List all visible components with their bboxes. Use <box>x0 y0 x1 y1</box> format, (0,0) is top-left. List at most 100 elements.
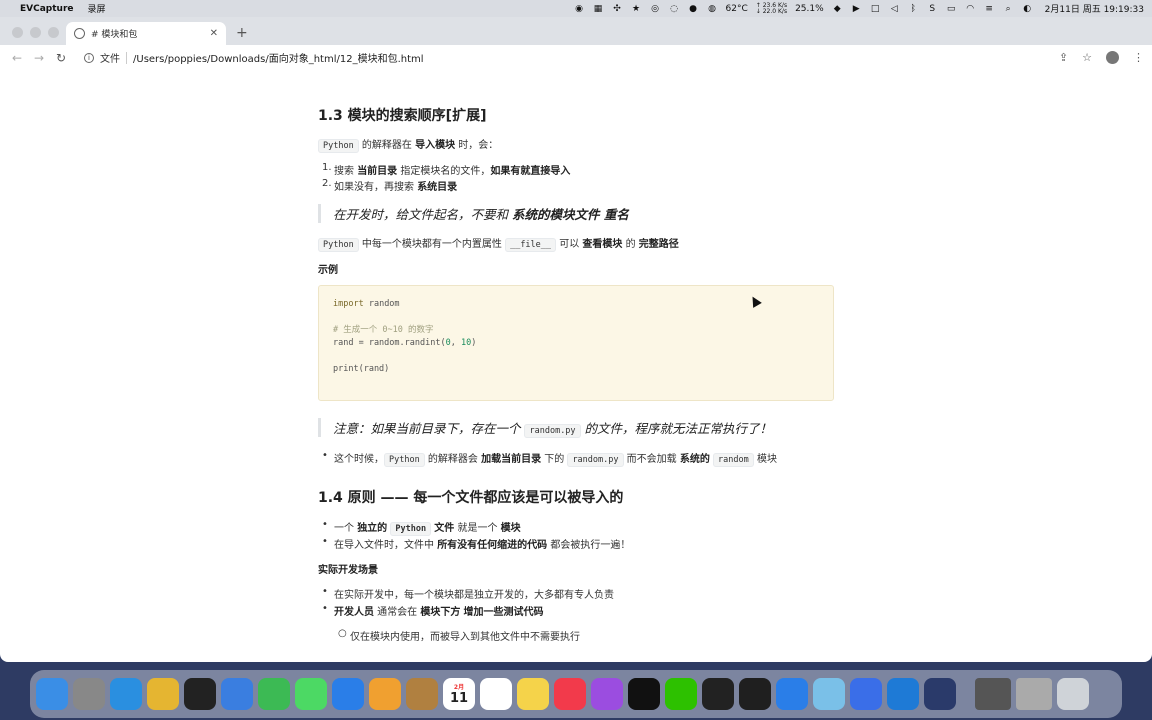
text: 在导入文件时，文件中 <box>334 540 438 551</box>
terminal-icon[interactable] <box>184 678 216 710</box>
tab-title: # 模块和包 <box>91 30 138 40</box>
document-page: 1.3 模块的搜索顺序[扩展] Python 的解释器在 导入模块 时，会： 1… <box>0 72 1152 645</box>
music-icon[interactable] <box>554 678 586 710</box>
text: 而不会加载 <box>623 454 680 465</box>
siri-icon[interactable]: ◐ <box>1022 3 1033 14</box>
text: 的 <box>622 239 639 250</box>
share-icon[interactable]: ✣ <box>612 3 623 14</box>
clock[interactable]: 2月11日 周五 19:19:33 <box>1045 2 1144 15</box>
bold-text: 系统目录 <box>417 182 458 193</box>
info-icon[interactable]: i <box>84 52 94 63</box>
tv-icon[interactable] <box>628 678 660 710</box>
safari-icon[interactable] <box>110 678 142 710</box>
inline-code: Python <box>318 238 359 252</box>
baidu-icon[interactable] <box>850 678 882 710</box>
zoom-window-button[interactable] <box>48 27 59 38</box>
minimize-window-button[interactable] <box>30 27 41 38</box>
close-tab-icon[interactable]: ✕ <box>210 28 218 39</box>
s-icon[interactable]: S <box>927 3 938 14</box>
launchpad-icon[interactable] <box>73 678 105 710</box>
new-tab-icon[interactable]: + <box>236 25 248 41</box>
app-name-menu[interactable]: EVCapture <box>20 4 74 14</box>
volume-icon[interactable]: ◁ <box>889 3 900 14</box>
bold-text: 实际开发场景 <box>318 565 378 576</box>
search-tray-icon[interactable]: ◌ <box>669 3 680 14</box>
profile-avatar[interactable] <box>1106 51 1119 64</box>
chrome-icon[interactable] <box>147 678 179 710</box>
camera-icon[interactable]: ◉ <box>574 3 585 14</box>
hollow-bullet: ○ <box>338 628 347 639</box>
spotlight-icon[interactable]: ⌕ <box>1003 3 1014 14</box>
example-label: 示例 <box>318 261 338 276</box>
forward-icon[interactable]: → <box>30 51 48 65</box>
player-icon[interactable] <box>924 678 956 710</box>
podcasts-icon[interactable] <box>591 678 623 710</box>
section-title: 1.3 模块的搜索顺序[扩展] <box>318 108 487 124</box>
close-window-button[interactable] <box>12 27 23 38</box>
play-icon[interactable]: ▶ <box>851 3 862 14</box>
inline-code: Python <box>318 139 359 153</box>
bullet: • <box>322 603 328 614</box>
menu-item-record[interactable]: 录屏 <box>88 2 106 15</box>
vscode-icon[interactable] <box>887 678 919 710</box>
appstore-icon[interactable] <box>332 678 364 710</box>
downloads-icon[interactable] <box>1016 678 1052 710</box>
bold-text: 独立的 <box>357 523 388 534</box>
mail-icon[interactable] <box>221 678 253 710</box>
tab-active[interactable]: # 模块和包 ✕ <box>66 22 226 45</box>
code-text: random <box>363 299 400 309</box>
bold-text: 文件 <box>434 523 455 534</box>
code-line: import random <box>333 298 819 311</box>
animal-icon[interactable]: ◆ <box>832 3 843 14</box>
code-number: 10 <box>460 338 472 348</box>
battery-icon[interactable]: ▭ <box>946 3 957 14</box>
tab-bar: # 模块和包 ✕ + <box>0 17 1152 45</box>
back-icon[interactable]: ← <box>8 51 26 65</box>
text: 的解释器在 <box>358 140 416 151</box>
reminders-icon[interactable] <box>480 678 512 710</box>
chat-icon[interactable] <box>776 678 808 710</box>
swirl-icon[interactable]: ◎ <box>650 3 661 14</box>
bold-text: 系统的 <box>679 454 710 465</box>
dock: 2月 11 <box>30 670 1122 718</box>
grid-icon[interactable]: ▦ <box>593 3 604 14</box>
code-line: print(rand) <box>333 364 390 374</box>
facetime-icon[interactable] <box>258 678 290 710</box>
text: 如果没有，再搜索 <box>334 182 418 193</box>
wechat-icon[interactable] <box>665 678 697 710</box>
wifi-icon[interactable]: ◠ <box>965 3 976 14</box>
network-speed: ↑ 23.6 K/s ↓ 22.0 K/s <box>756 2 787 15</box>
address-bar[interactable]: i 文件 /Users/poppies/Downloads/面向对象_html/… <box>78 48 1049 68</box>
finder-icon[interactable] <box>36 678 68 710</box>
ordered-list-item: 1. 搜索 当前目录 指定模块名的文件，如果有就直接导入 <box>318 162 570 177</box>
bullet: • <box>322 536 328 547</box>
notes-icon[interactable] <box>517 678 549 710</box>
more-menu-icon[interactable]: ⋮ <box>1133 51 1144 64</box>
bold-text: 查看模块 <box>582 239 623 250</box>
section-title-2: 1.4 原则 —— 每一个文件都应该是可以被导入的 <box>318 490 624 506</box>
bluetooth-icon[interactable]: ᛒ <box>908 3 919 14</box>
notes-folder-icon[interactable] <box>406 678 438 710</box>
bold-text: 完整路径 <box>638 239 679 250</box>
reload-icon[interactable]: ↻ <box>52 51 70 65</box>
window-icon[interactable] <box>975 678 1011 710</box>
cloud-icon[interactable] <box>813 678 845 710</box>
text: 通常会在 <box>374 607 421 618</box>
menu-bar: EVCapture 录屏 ◉ ▦ ✣ ★ ◎ ◌ ● ◍ 62°C ↑ 23.6… <box>0 0 1152 17</box>
trash-icon[interactable] <box>1057 678 1089 710</box>
window-tray-icon[interactable]: □ <box>870 3 881 14</box>
share-icon[interactable]: ⇪ <box>1059 51 1068 64</box>
qq-tray-icon[interactable]: ● <box>688 3 699 14</box>
bookmark-star-icon[interactable]: ☆ <box>1082 51 1092 64</box>
wechat-tray-icon[interactable]: ◍ <box>707 3 718 14</box>
calendar-icon[interactable]: 2月 11 <box>443 678 475 710</box>
text: 仅在模块内使用，而被导入到其他文件中不需要执行 <box>350 632 580 643</box>
qq-icon[interactable] <box>702 678 734 710</box>
photos-icon[interactable] <box>369 678 401 710</box>
star-icon[interactable]: ★ <box>631 3 642 14</box>
control-center-icon[interactable]: ≡ <box>984 3 995 14</box>
messages-icon[interactable] <box>295 678 327 710</box>
pycharm-icon[interactable] <box>739 678 771 710</box>
list-number: 2. <box>322 178 332 189</box>
address-url[interactable]: /Users/poppies/Downloads/面向对象_html/12_模块… <box>133 50 424 65</box>
